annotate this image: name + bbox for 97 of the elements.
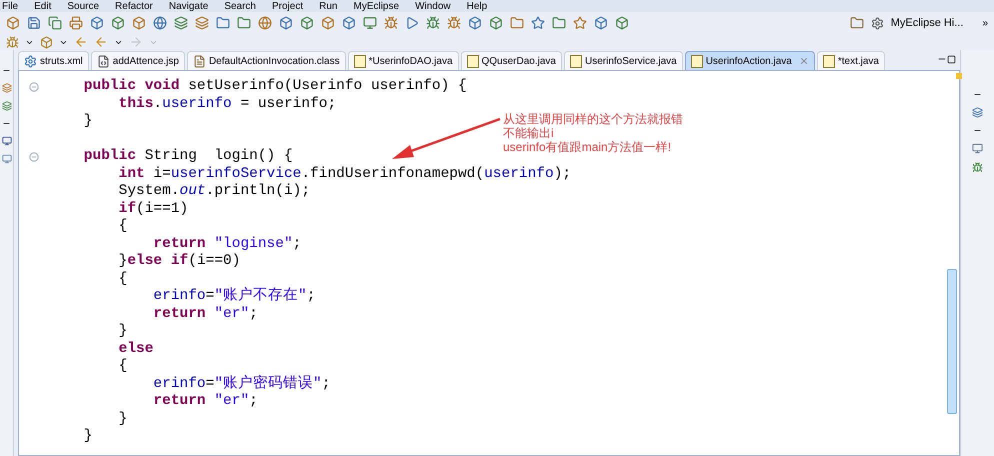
window-icon[interactable] — [972, 143, 983, 154]
code-line: }else if(i==0) — [118, 253, 240, 270]
code-line: public String login() { — [82, 148, 293, 166]
overflow-chevron[interactable]: » — [982, 16, 988, 30]
menu-item[interactable]: Edit — [34, 0, 52, 12]
toolbar-icon[interactable] — [153, 16, 167, 30]
toolbar-icon[interactable] — [6, 16, 20, 30]
code-line: else — [118, 340, 154, 358]
toolbar-icon[interactable] — [27, 16, 41, 30]
editor-tab[interactable]: addAttence.jsp — [90, 51, 185, 70]
editor-tab[interactable]: QQuserDao.java — [460, 51, 562, 70]
toolbar-icon[interactable] — [174, 16, 188, 30]
code-line: { — [118, 218, 128, 236]
code-line: return "loginse"; — [152, 236, 302, 253]
java-file-icon — [690, 54, 703, 68]
menu-item[interactable]: Run — [319, 0, 338, 12]
toolbar-icon[interactable] — [90, 16, 104, 30]
java-file-icon — [354, 54, 366, 68]
toolbar-icon[interactable] — [531, 16, 545, 30]
toolbar-icon[interactable] — [447, 16, 461, 30]
toolbar-icon[interactable] — [111, 16, 125, 30]
menu-item[interactable]: Window — [415, 0, 451, 12]
toolbar-icon[interactable] — [342, 16, 356, 30]
file-icon — [96, 54, 110, 68]
toolbar-icon[interactable] — [489, 16, 503, 30]
code-line: if(i==1) — [118, 200, 188, 218]
code-line: } — [82, 428, 93, 446]
menu-item[interactable]: Help — [466, 0, 488, 12]
close-icon[interactable] — [798, 56, 809, 66]
toolbar-icon[interactable] — [321, 16, 335, 30]
toolbar-icon[interactable] — [195, 16, 209, 30]
editor-tab[interactable]: UserinfoAction.java — [684, 51, 815, 70]
code-line: } — [118, 323, 128, 340]
toolbar-icon[interactable] — [468, 16, 482, 30]
code-line: erinfo="账户密码错误"; — [152, 376, 330, 393]
toolbar-icon[interactable] — [594, 16, 608, 30]
toolbar-icon[interactable] — [6, 36, 19, 48]
code-line: erinfo="账户不存在"; — [152, 288, 316, 306]
toolbar-icon[interactable] — [69, 16, 83, 30]
editor-tab[interactable]: DefaultActionInvocation.class — [186, 51, 346, 70]
back-icon[interactable] — [94, 35, 108, 49]
toolbar-icon[interactable] — [426, 16, 440, 30]
gear-icon — [870, 16, 884, 30]
fold-icon[interactable] — [29, 82, 39, 92]
annotation-text: 从这里调用同样的这个方法就报错 — [503, 112, 683, 126]
perspective-button[interactable]: MyEclipse Hi... — [890, 14, 964, 32]
code-line: } — [82, 113, 93, 130]
editor-tab[interactable]: *UserinfoDAO.java — [348, 51, 458, 70]
toolbar-icon[interactable] — [237, 16, 251, 30]
code-line: this.userinfo = userinfo; — [118, 96, 336, 113]
java-file-icon — [822, 54, 835, 68]
toolbar-icon[interactable] — [573, 16, 587, 30]
code-line: public void setUserinfo(Userinfo userinfo) { — [82, 78, 467, 96]
toolbar-icon[interactable] — [300, 16, 314, 30]
toolbar-icon[interactable] — [48, 16, 62, 30]
gear-icon — [24, 54, 37, 68]
menu-item[interactable]: MyEclipse — [353, 0, 400, 12]
java-file-icon — [466, 54, 478, 68]
toolbar-icon[interactable] — [552, 16, 566, 30]
editor-tab[interactable]: *text.java — [816, 51, 885, 70]
code-line: { — [118, 270, 128, 288]
menu-item[interactable]: File — [2, 0, 18, 12]
toolbar-icon[interactable] — [216, 16, 230, 30]
toolbar-icon[interactable] — [132, 16, 146, 30]
code-line: System.out.println(i); — [118, 183, 310, 200]
monitor-icon[interactable] — [2, 136, 12, 146]
scrollbar-thumb[interactable] — [947, 269, 957, 414]
toolbar-icon[interactable] — [405, 16, 419, 30]
menu-item[interactable]: Search — [224, 0, 256, 12]
fold-icon[interactable] — [29, 152, 39, 162]
code-line: { — [118, 358, 128, 376]
annotation-text: 不能输出i — [503, 126, 555, 140]
toolbar-icon[interactable] — [279, 16, 293, 30]
marker-icon — [956, 73, 962, 79]
toolbar-icon[interactable] — [510, 16, 524, 30]
annotation-text: userinfo有值跟main方法值一样! — [503, 140, 672, 154]
toolbar-icon[interactable] — [40, 36, 53, 48]
code-line: int i=userinfoService.findUserinfonamepwd(userinfo); — [118, 166, 572, 183]
code-line: return "er"; — [152, 393, 258, 410]
perspective-icon[interactable] — [850, 16, 864, 30]
menu-item[interactable]: Project — [272, 0, 304, 12]
back-icon[interactable] — [74, 35, 88, 49]
toolbar-icon[interactable] — [258, 16, 272, 30]
maximize-icon[interactable] — [947, 55, 956, 64]
java-file-icon — [570, 54, 582, 68]
code-line: } — [118, 410, 128, 428]
bug-icon[interactable] — [972, 162, 983, 173]
editor-tab[interactable]: UserinfoService.java — [564, 51, 683, 70]
menu-item[interactable]: Refactor — [115, 0, 153, 12]
editor-tab[interactable]: struts.xml — [18, 51, 89, 70]
menu-item[interactable]: Source — [67, 0, 100, 12]
toolbar-icon[interactable] — [615, 16, 629, 30]
code-line: return "er"; — [152, 306, 258, 323]
toolbar-icon[interactable] — [384, 16, 398, 30]
file-icon — [192, 54, 206, 68]
menu-item[interactable]: Navigate — [168, 0, 208, 12]
toolbar-icon[interactable] — [363, 16, 377, 30]
